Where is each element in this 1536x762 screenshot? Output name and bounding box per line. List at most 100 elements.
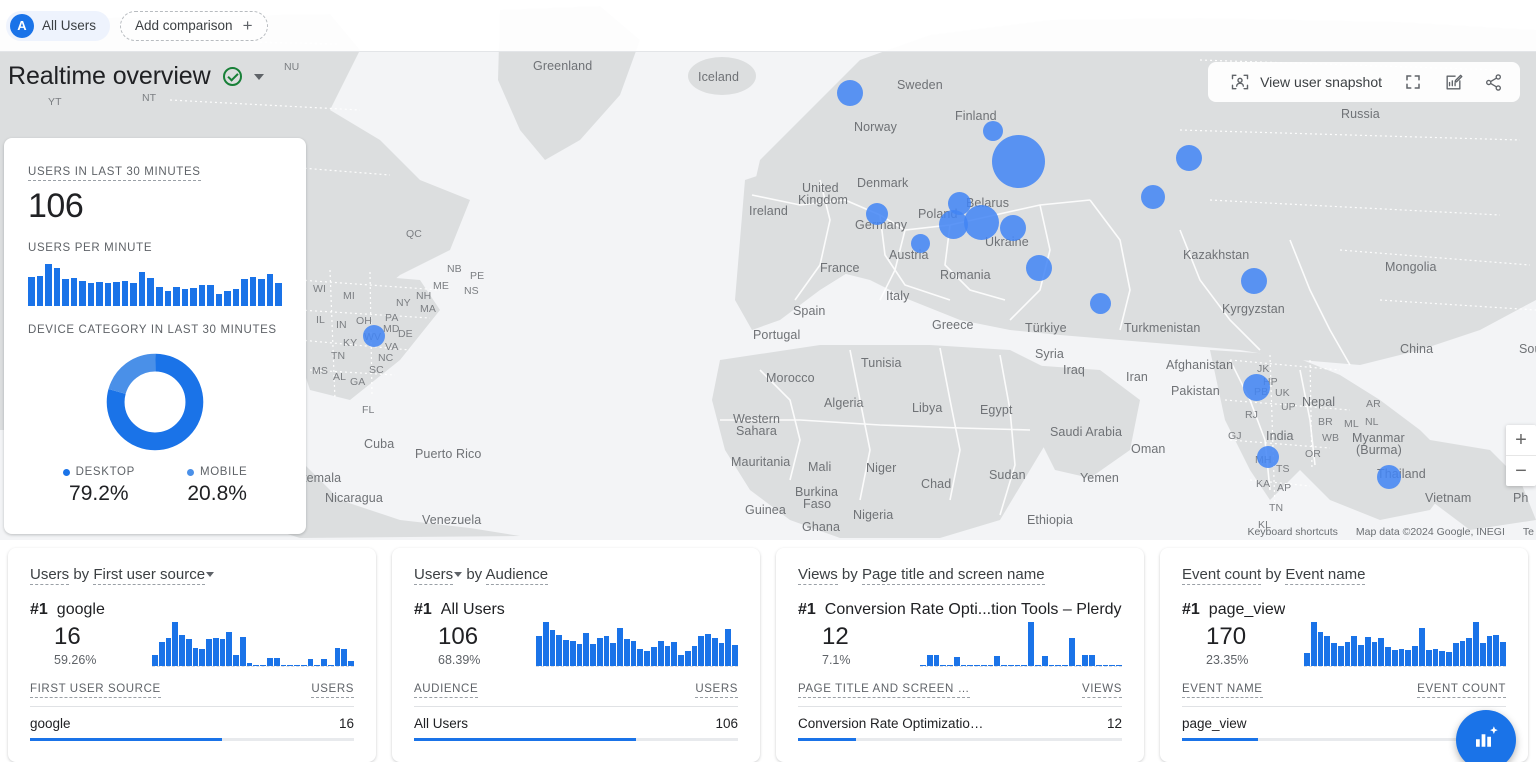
map-user-bubble[interactable]: [992, 135, 1045, 188]
spark-bar: [226, 632, 232, 666]
spark-bar: [556, 635, 562, 666]
spark-bar: [247, 663, 253, 666]
spark-bar: [62, 279, 69, 306]
spark-bar: [1439, 651, 1445, 666]
map-user-bubble[interactable]: [1176, 145, 1202, 171]
card-metric-label[interactable]: Users: [30, 566, 69, 585]
spark-bar: [1103, 665, 1109, 666]
map-user-bubble[interactable]: [363, 325, 385, 347]
card-sparkline[interactable]: [152, 621, 354, 667]
card-dimension-label[interactable]: Event name: [1285, 566, 1365, 585]
add-comparison-button[interactable]: Add comparison +: [120, 11, 268, 41]
map-user-bubble[interactable]: [1000, 215, 1026, 241]
spark-bar: [536, 636, 542, 666]
row-name: Conversion Rate Optimizatio…: [798, 716, 983, 731]
device-category-donut[interactable]: [28, 350, 282, 454]
card-col-metric[interactable]: Users: [695, 683, 738, 698]
card-col-dimension[interactable]: Page title and screen …: [798, 683, 970, 698]
spark-bar: [705, 634, 711, 666]
spark-bar: [927, 655, 933, 666]
spark-bar: [692, 646, 698, 666]
dimension-caret-icon[interactable]: [206, 572, 214, 577]
spark-bar: [1500, 642, 1506, 666]
card-title: Users by First user source: [30, 566, 354, 583]
share-button[interactable]: [1476, 65, 1510, 99]
spark-bar: [719, 643, 725, 666]
map-user-bubble[interactable]: [983, 121, 1003, 141]
card-col-dimension[interactable]: Event name: [1182, 683, 1263, 698]
chevron-down-icon[interactable]: [254, 74, 264, 80]
metric-caret-icon[interactable]: [454, 572, 462, 577]
card-metric-label[interactable]: Views: [798, 566, 838, 585]
spark-bar: [1412, 646, 1418, 666]
row-bar-fill: [1182, 738, 1258, 741]
card-col-dimension[interactable]: Audience: [414, 683, 478, 698]
map-user-bubble[interactable]: [837, 80, 863, 106]
spark-bar: [165, 291, 172, 306]
map-user-bubble[interactable]: [866, 203, 888, 225]
spark-bar: [216, 294, 223, 307]
card-dimension-label[interactable]: Audience: [486, 566, 549, 585]
map-zoom-controls[interactable]: + −: [1506, 425, 1536, 486]
realtime-card: Views by Page title and screen name#1Con…: [776, 548, 1144, 762]
map-user-bubble[interactable]: [911, 234, 930, 253]
card-rank: #1: [1182, 601, 1200, 619]
table-row[interactable]: All Users106: [414, 707, 738, 741]
card-sparkline[interactable]: [536, 621, 738, 667]
users-per-minute-chart[interactable]: [28, 264, 282, 306]
card-metric-label[interactable]: Event count: [1182, 566, 1261, 585]
spark-bar: [665, 646, 671, 666]
card-col-dimension[interactable]: First user source: [30, 683, 161, 698]
ai-insights-fab[interactable]: [1456, 710, 1516, 762]
map-user-bubble[interactable]: [1026, 255, 1052, 281]
card-col-metric[interactable]: Views: [1082, 683, 1122, 698]
map-user-bubble[interactable]: [1243, 374, 1270, 401]
map-user-bubble[interactable]: [1090, 293, 1111, 314]
spark-bar: [617, 628, 623, 666]
card-top-item: #1All Users: [414, 601, 738, 619]
spark-bar: [1460, 641, 1466, 666]
spark-bar: [920, 665, 926, 666]
spark-bar: [1372, 642, 1378, 666]
map-user-bubble[interactable]: [1241, 268, 1267, 294]
spark-bar: [173, 287, 180, 306]
card-dimension-label[interactable]: Page title and screen name: [862, 566, 1045, 585]
spark-bar: [570, 641, 576, 666]
fullscreen-button[interactable]: [1396, 65, 1430, 99]
table-row[interactable]: google16: [30, 707, 354, 741]
card-stat-block: 127.1%: [798, 623, 916, 667]
spark-bar: [1378, 638, 1384, 666]
spark-bar: [260, 665, 266, 666]
zoom-in-button[interactable]: +: [1506, 425, 1536, 455]
view-user-snapshot-button[interactable]: View user snapshot: [1222, 65, 1390, 99]
spark-bar: [28, 277, 35, 306]
realtime-card: Users by First user source#1google1659.2…: [8, 548, 376, 762]
spark-bar: [206, 639, 212, 666]
card-col-metric[interactable]: Users: [311, 683, 354, 698]
card-metric-label[interactable]: Users: [414, 566, 453, 585]
spark-bar: [275, 283, 282, 306]
card-dimension-label[interactable]: First user source: [93, 566, 205, 585]
map-user-bubble[interactable]: [1257, 446, 1279, 468]
zoom-out-button[interactable]: −: [1506, 456, 1536, 486]
card-value: 170: [1206, 623, 1300, 651]
card-top-item: #1page_view: [1182, 601, 1506, 619]
map-user-bubble[interactable]: [1141, 185, 1165, 209]
spark-bar: [54, 268, 61, 306]
spark-bar: [940, 665, 946, 666]
spark-bar: [220, 639, 226, 666]
card-percent: 59.26%: [54, 653, 148, 667]
spark-bar: [182, 289, 189, 306]
row-bar-fill: [798, 738, 856, 741]
card-sparkline[interactable]: [920, 621, 1122, 667]
all-users-chip[interactable]: A All Users: [6, 11, 110, 41]
card-sparkline[interactable]: [1304, 621, 1506, 667]
map-user-bubble[interactable]: [964, 205, 999, 240]
spark-bar: [1069, 638, 1075, 666]
spark-bar: [1487, 636, 1493, 666]
avatar: A: [10, 14, 34, 38]
card-col-metric[interactable]: Event count: [1417, 683, 1506, 698]
table-row[interactable]: Conversion Rate Optimizatio…12: [798, 707, 1122, 741]
insights-button[interactable]: [1436, 65, 1470, 99]
map-user-bubble[interactable]: [1377, 465, 1401, 489]
